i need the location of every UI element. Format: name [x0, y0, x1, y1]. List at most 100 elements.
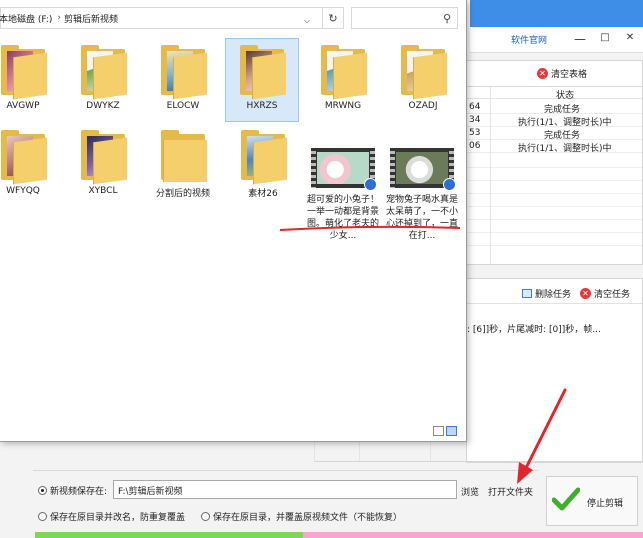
- maximize-button[interactable]: □: [597, 32, 613, 43]
- folder-item[interactable]: OZADJ: [386, 45, 460, 121]
- clear-icon: ✕: [537, 68, 548, 79]
- file-explorer-window: 本地磁盘 (F:) › 剪辑后新视频 ⌵ ↻ ⚲ AVGWP DWYKZ ELO…: [0, 0, 467, 442]
- status-cell: 执行(1/1、调整时长)中: [518, 144, 612, 154]
- folder-icon: [79, 130, 127, 185]
- video-file-name: 宠物兔子喝水真是太呆萌了，一不小心还掉到了，一直在打...: [385, 195, 458, 241]
- clear-table-button[interactable]: ✕ 清空表格: [537, 67, 587, 80]
- minimize-button[interactable]: —: [572, 32, 588, 46]
- table-cell: 34: [469, 115, 481, 125]
- folder-icon: [79, 45, 127, 100]
- folder-name: WFYQQ: [6, 186, 40, 196]
- folder-icon: [319, 45, 367, 100]
- search-icon: ⚲: [442, 12, 451, 25]
- delete-task-label: 删除任务: [535, 290, 572, 300]
- folder-icon: [239, 130, 287, 185]
- folder-name: AVGWP: [6, 101, 40, 111]
- folder-item-selected[interactable]: HXRZS: [225, 38, 299, 122]
- folder-name: 素材26: [248, 189, 278, 199]
- folder-name: ELOCW: [166, 101, 200, 111]
- clear-table-label: 清空表格: [551, 70, 588, 80]
- radio-selected-icon[interactable]: [38, 486, 47, 495]
- progress-bar-track: [303, 532, 643, 538]
- clear-task-label: 清空任务: [594, 290, 631, 300]
- search-input[interactable]: ⚲: [351, 7, 458, 29]
- folder-item[interactable]: AVGWP: [0, 45, 60, 121]
- checkmark-icon: [552, 487, 580, 511]
- breadcrumb-separator-icon: ›: [57, 13, 62, 23]
- save-rename-label: 保存在原目录并改名，防重复覆盖: [50, 513, 186, 523]
- large-icons-view-icon[interactable]: [446, 426, 457, 436]
- folder-icon: [0, 130, 47, 185]
- save-overwrite-option[interactable]: 保存在原目录，并覆盖原视频文件（不能恢复）: [201, 510, 402, 523]
- view-mode-toggle[interactable]: [433, 426, 457, 436]
- save-location-label: 新视频保存在:: [50, 487, 108, 497]
- folder-item[interactable]: ELOCW: [146, 45, 220, 121]
- grid-line: [466, 232, 642, 233]
- folder-icon: [159, 130, 207, 182]
- folder-item[interactable]: MRWNG: [306, 45, 380, 121]
- grid-line: [466, 219, 642, 220]
- folder-name: HXRZS: [246, 101, 278, 111]
- address-bar[interactable]: 本地磁盘 (F:) › 剪辑后新视频 ⌵: [0, 7, 323, 29]
- progress-bar-fill: [35, 532, 303, 538]
- details-view-icon[interactable]: [433, 426, 444, 436]
- delete-task-icon: [522, 289, 532, 298]
- folder-name: 分割后的视频: [155, 189, 210, 199]
- delete-task-button[interactable]: 删除任务: [522, 287, 571, 300]
- video-play-icon: [443, 178, 456, 191]
- column-divider: [314, 442, 315, 462]
- close-button[interactable]: ✕: [622, 32, 638, 43]
- folder-item[interactable]: XYBCL: [66, 130, 140, 206]
- video-play-icon: [364, 178, 377, 191]
- folder-icon: [238, 45, 286, 100]
- video-file-name: 超可爱的小兔子！一举一动都是背景图。萌化了老夫的少女...: [306, 195, 379, 241]
- column-divider: [430, 442, 431, 462]
- folder-name: XYBCL: [88, 186, 118, 196]
- radio-icon[interactable]: [201, 512, 210, 521]
- browse-button[interactable]: 浏览: [461, 485, 479, 498]
- video-thumbnail: [311, 148, 377, 191]
- folder-name: DWYKZ: [86, 101, 120, 111]
- stop-editing-label: 停止剪辑: [587, 499, 624, 509]
- table-row[interactable]: 64 完成任务: [466, 101, 642, 115]
- open-folder-button[interactable]: 打开文件夹: [488, 485, 533, 498]
- column-divider: [490, 87, 491, 264]
- table-cell: 53: [469, 128, 481, 138]
- save-rename-option[interactable]: 保存在原目录并改名，防重复覆盖: [38, 510, 185, 523]
- task-log-line: : [6]]秒，片尾减时: [0]]秒，帧...: [467, 325, 601, 335]
- grid-line: [466, 245, 642, 246]
- official-site-link[interactable]: 软件官网: [511, 33, 547, 46]
- panel-divider: [466, 303, 643, 304]
- folder-icon: [399, 45, 447, 100]
- folder-item[interactable]: WFYQQ: [0, 130, 60, 206]
- table-row[interactable]: 06 执行(1/1、调整时长)中: [466, 140, 642, 154]
- folder-item[interactable]: 分割后的视频: [146, 130, 220, 206]
- save-location-option[interactable]: 新视频保存在:: [38, 484, 107, 497]
- radio-icon[interactable]: [38, 512, 47, 521]
- task-table-header: 状态: [466, 86, 642, 101]
- table-cell: 06: [469, 141, 481, 151]
- save-path-input[interactable]: F:\剪辑后新视频: [113, 480, 457, 499]
- grid-line: [466, 180, 642, 181]
- clear-task-button[interactable]: ✕ 清空任务: [580, 287, 630, 300]
- red-arrow-annotation: [517, 388, 567, 484]
- refresh-button[interactable]: ↻: [323, 7, 344, 29]
- app-header-bar: [470, 27, 643, 53]
- folder-icon: [159, 45, 207, 100]
- screen: 软件官网 — □ ✕ ✕ 清空表格 状态 64 完成任务 34 执行(1/1、调…: [0, 0, 643, 538]
- panel-border: [314, 461, 643, 462]
- grid-line: [466, 167, 642, 168]
- folder-icon: [0, 45, 47, 100]
- table-row[interactable]: 34 执行(1/1、调整时长)中: [466, 114, 642, 128]
- breadcrumb-drive[interactable]: 本地磁盘 (F:): [0, 12, 52, 25]
- folder-item[interactable]: 素材26: [226, 130, 300, 206]
- save-overwrite-label: 保存在原目录，并覆盖原视频文件（不能恢复）: [213, 513, 403, 523]
- table-row[interactable]: 53 完成任务: [466, 127, 642, 141]
- grid-line: [466, 193, 642, 194]
- video-thumbnail: [390, 148, 456, 191]
- breadcrumb-folder[interactable]: 剪辑后新视频: [64, 12, 118, 25]
- chevron-down-icon[interactable]: ⌵: [304, 16, 310, 26]
- folder-item[interactable]: DWYKZ: [66, 45, 140, 121]
- folder-name: OZADJ: [408, 101, 438, 111]
- status-column-header: 状态: [556, 91, 575, 101]
